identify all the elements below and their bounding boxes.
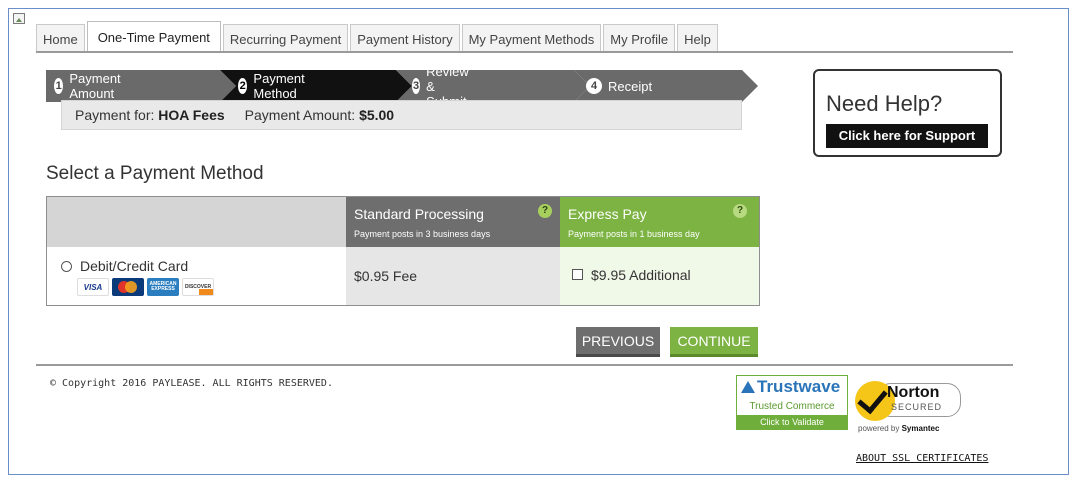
standard-fee: $0.95 Fee: [354, 268, 418, 284]
standard-fee-cell: $0.95 Fee: [346, 247, 560, 305]
previous-button[interactable]: PREVIOUS: [576, 327, 660, 357]
step-number-2: 2: [238, 78, 248, 94]
payment-summary-bar: Payment for: HOA Fees Payment Amount: $5.…: [61, 100, 742, 130]
express-fee-cell: $9.95 Additional: [560, 247, 759, 305]
help-icon[interactable]: ?: [538, 204, 552, 218]
tab-my-profile[interactable]: My Profile: [603, 24, 676, 52]
help-title: Need Help?: [826, 91, 943, 116]
discover-icon: DISCOVER: [182, 278, 214, 296]
standard-processing-subtitle: Payment posts in 3 business days: [354, 229, 491, 239]
express-pay-header: Express Pay Payment posts in 1 business …: [560, 197, 759, 247]
copyright-text: © Copyright 2016 PAYLEASE. ALL RIGHTS RE…: [50, 378, 333, 389]
step-label: Payment Amount: [69, 71, 121, 101]
trustwave-subtitle: Trusted Commerce: [749, 401, 835, 412]
norton-name: Norton: [887, 384, 940, 401]
tab-my-payment-methods[interactable]: My Payment Methods: [461, 24, 602, 52]
ssl-certificates-link[interactable]: ABOUT SSL CERTIFICATES: [856, 453, 988, 464]
card-radio[interactable]: [61, 261, 72, 272]
step-label: Payment Method: [253, 71, 305, 101]
content-bottom-divider: [36, 364, 1013, 366]
help-icon[interactable]: ?: [733, 204, 747, 218]
card-logos: VISA AMERICAN EXPRESS DISCOVER: [77, 278, 214, 296]
card-method-label: Debit/Credit Card: [80, 258, 189, 274]
payment-amount-label: Payment Amount:: [244, 107, 356, 123]
step-payment-amount: 1 Payment Amount: [54, 70, 127, 102]
payment-for-value: HOA Fees: [158, 107, 225, 123]
trustwave-validate[interactable]: Click to Validate: [737, 415, 847, 429]
trustwave-badge[interactable]: Trustwave Trusted Commerce Click to Vali…: [736, 375, 848, 430]
image-icon: [13, 13, 25, 24]
express-pay-subtitle: Payment posts in 1 business day: [568, 229, 700, 239]
tab-payment-history[interactable]: Payment History: [350, 24, 460, 52]
express-pay-checkbox[interactable]: [572, 269, 583, 280]
table-header-blank: [47, 197, 346, 247]
norton-badge[interactable]: Norton SECURED powered by Symantec: [855, 377, 965, 437]
norton-secured: SECURED: [891, 402, 943, 412]
visa-icon: VISA: [77, 278, 109, 296]
help-box: Need Help? Click here for Support: [813, 69, 1002, 157]
tab-recurring-payment[interactable]: Recurring Payment: [222, 24, 349, 52]
card-method-cell: Debit/Credit Card VISA AMERICAN EXPRESS …: [47, 247, 346, 305]
payment-amount-value: $5.00: [359, 107, 395, 123]
support-button[interactable]: Click here for Support: [826, 124, 988, 148]
payment-for-label: Payment for:: [75, 107, 155, 123]
trustwave-icon: [741, 381, 755, 393]
express-pay-title: Express Pay: [568, 206, 647, 222]
tab-one-time-payment[interactable]: One-Time Payment: [86, 21, 221, 52]
continue-button[interactable]: CONTINUE: [670, 327, 758, 357]
amex-icon: AMERICAN EXPRESS: [147, 278, 179, 296]
tab-help[interactable]: Help: [677, 24, 718, 52]
norton-powered-by: powered by Symantec: [858, 424, 940, 433]
step-number-3: 3: [412, 78, 421, 94]
mastercard-icon: [112, 278, 144, 296]
step-payment-method: 2 Payment Method: [238, 70, 311, 102]
tab-home[interactable]: Home: [36, 24, 85, 52]
express-fee: $9.95 Additional: [591, 267, 691, 283]
tabs-divider: [36, 51, 1013, 53]
tab-bar: Home One-Time Payment Recurring Payment …: [36, 21, 720, 52]
step-review-submit: 3 Review & Submit: [412, 64, 477, 109]
section-title: Select a Payment Method: [46, 163, 264, 184]
payment-method-table: Standard Processing Payment posts in 3 b…: [46, 196, 760, 306]
step-label: Receipt: [608, 78, 653, 94]
standard-processing-title: Standard Processing: [354, 206, 484, 222]
step-receipt: 4 Receipt: [586, 70, 652, 102]
step-number-4: 4: [586, 78, 602, 94]
trustwave-name: Trustwave: [757, 377, 841, 396]
standard-processing-header: Standard Processing Payment posts in 3 b…: [346, 197, 560, 247]
step-number-1: 1: [54, 78, 64, 94]
trustwave-logo: Trustwave: [741, 377, 840, 397]
